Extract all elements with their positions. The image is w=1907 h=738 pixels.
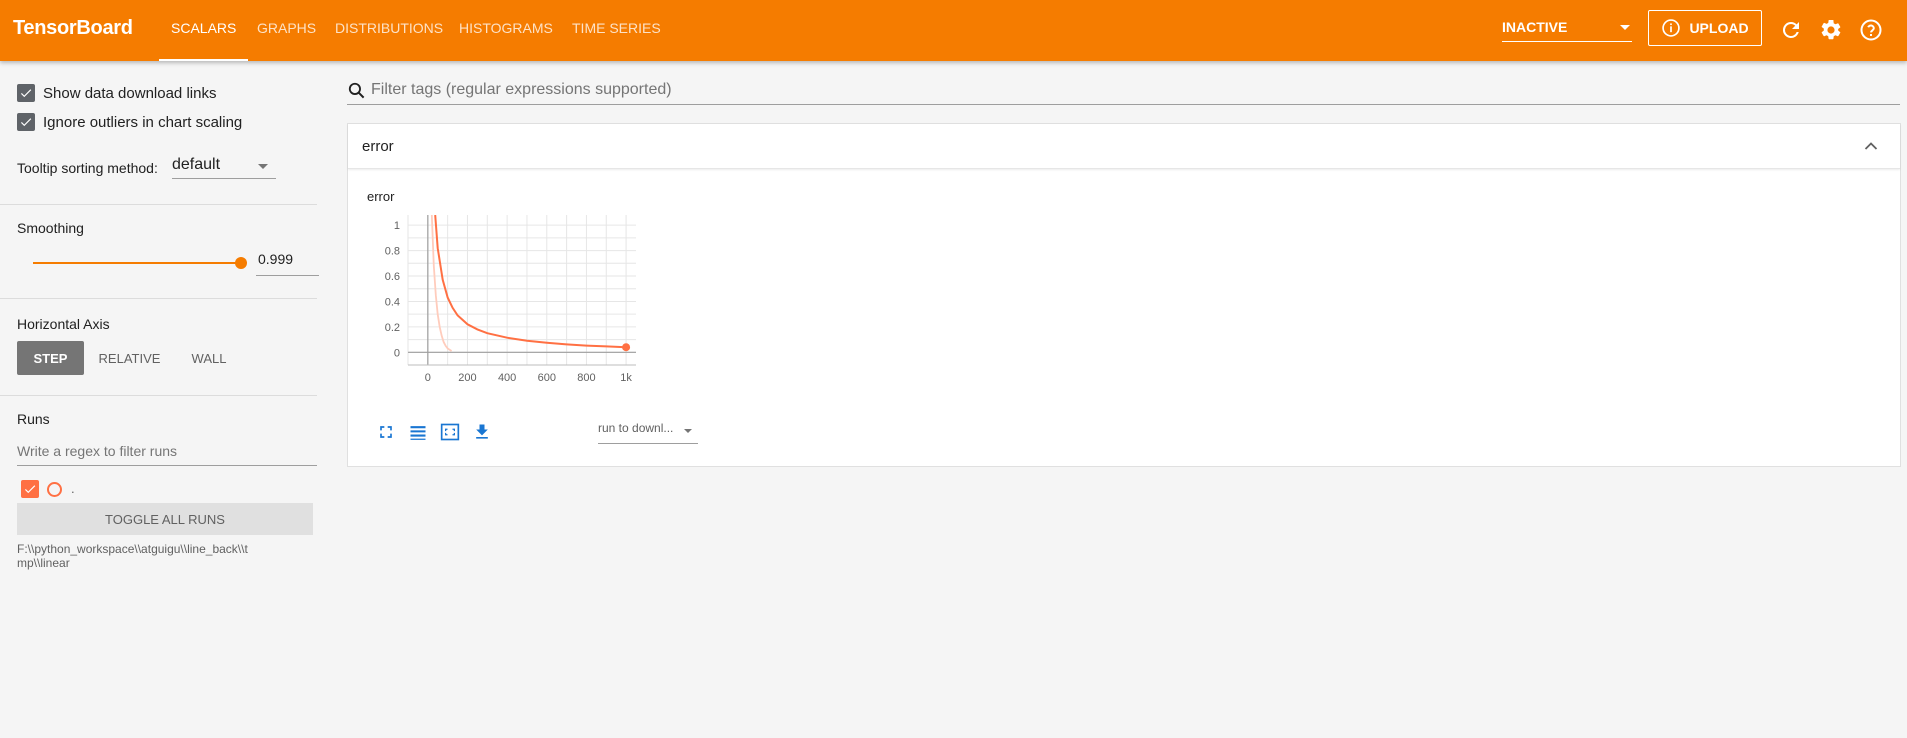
sidebar-divider [0,204,317,205]
show-download-links-label: Show data download links [43,84,217,102]
chart-title: error [367,189,395,204]
smoothing-slider-track[interactable] [33,262,240,264]
ignore-outliers-checkbox[interactable]: Ignore outliers in chart scaling [17,113,242,131]
download-run-select-label: run to downl... [598,421,674,435]
download-run-select[interactable]: run to downl... [598,421,698,444]
upload-label: UPLOAD [1689,20,1749,36]
tag-group-header[interactable]: error [348,124,1900,169]
refresh-icon[interactable] [1779,18,1803,42]
tab-graphs[interactable]: GRAPHS [257,20,316,61]
run-color-circle-icon[interactable] [47,482,62,497]
fit-domain-icon[interactable] [440,422,460,442]
info-icon [1662,19,1681,37]
plugin-select-value: INACTIVE [1502,19,1568,35]
help-icon[interactable] [1859,18,1883,42]
series-line-raw [430,215,453,352]
search-icon [348,82,365,99]
upload-button[interactable]: UPLOAD [1648,10,1762,46]
x-tick-label: 1k [620,372,632,384]
top-app-bar: TensorBoard SCALARS GRAPHS DISTRIBUTIONS… [0,0,1907,61]
settings-icon[interactable] [1819,18,1843,42]
runs-filter-input[interactable]: Write a regex to filter runs [17,443,317,466]
tab-time-series[interactable]: TIME SERIES [572,20,661,61]
plugin-select-dropdown[interactable]: INACTIVE [1502,19,1632,42]
tag-filter-placeholder: Filter tags (regular expressions support… [371,81,672,98]
fullscreen-icon[interactable] [376,422,396,442]
check-icon [24,485,36,494]
run-checkbox[interactable] [21,480,39,498]
runs-label: Runs [17,411,50,427]
toggle-all-runs-button[interactable]: TOGGLE ALL RUNS [17,503,313,535]
checkbox-checked-icon [17,84,35,102]
smoothing-slider-handle[interactable] [235,257,247,269]
tab-scalars[interactable]: SCALARS [158,20,249,61]
y-tick-label: 1 [394,220,400,232]
tag-group-card: error error 0 200 400 600 800 1k 0 0.2 0.4 0.6 0.8… [347,123,1901,467]
app-title: TensorBoard [13,17,133,39]
scalar-chart[interactable]: 0 200 400 600 800 1k 0 0.2 0.4 0.6 0.8 1 [368,209,708,414]
y-tick-label: 0.4 [385,296,400,308]
tag-filter-input[interactable]: Filter tags (regular expressions support… [347,78,1900,105]
smoothing-input[interactable]: 0.999 [256,251,319,276]
download-icon[interactable] [472,422,492,442]
tag-group-title: error [362,138,394,155]
axis-wall-button[interactable]: WALL [178,341,240,375]
tab-histograms[interactable]: HISTOGRAMS [459,20,553,61]
last-point-marker [622,343,631,352]
sidebar-divider [0,298,317,299]
horizontal-axis-label: Horizontal Axis [17,316,110,332]
x-tick-label: 600 [538,372,556,384]
y-tick-label: 0.6 [385,271,400,283]
chevron-up-icon[interactable] [1864,141,1878,151]
log-directory-path: F:\\python_workspace\\atguigu\\line_back… [17,542,248,570]
sidebar-divider [0,395,317,396]
y-tick-label: 0.2 [385,322,400,334]
x-tick-label: 200 [458,372,476,384]
tab-distributions[interactable]: DISTRIBUTIONS [335,20,443,61]
tooltip-sorting-label: Tooltip sorting method: [17,160,158,176]
checkbox-checked-icon [17,113,35,131]
axis-step-button[interactable]: STEP [17,341,84,375]
chevron-down-icon [1620,25,1630,30]
y-tick-label: 0 [394,347,400,359]
tooltip-sorting-value: default [172,156,221,173]
series-line-smoothed [434,215,627,349]
show-download-links-checkbox[interactable]: Show data download links [17,84,216,102]
run-name: . [71,481,75,496]
chevron-down-icon [684,429,692,433]
x-tick-label: 0 [425,372,431,384]
ignore-outliers-label: Ignore outliers in chart scaling [43,113,243,131]
toggle-log-scale-icon[interactable] [408,422,428,442]
x-tick-label: 800 [577,372,595,384]
axis-relative-button[interactable]: RELATIVE [91,341,168,375]
chevron-down-icon [258,164,268,169]
y-tick-label: 0.8 [385,246,400,258]
tooltip-sorting-select[interactable]: default [172,156,276,179]
x-tick-label: 400 [498,372,516,384]
smoothing-label: Smoothing [17,220,84,236]
